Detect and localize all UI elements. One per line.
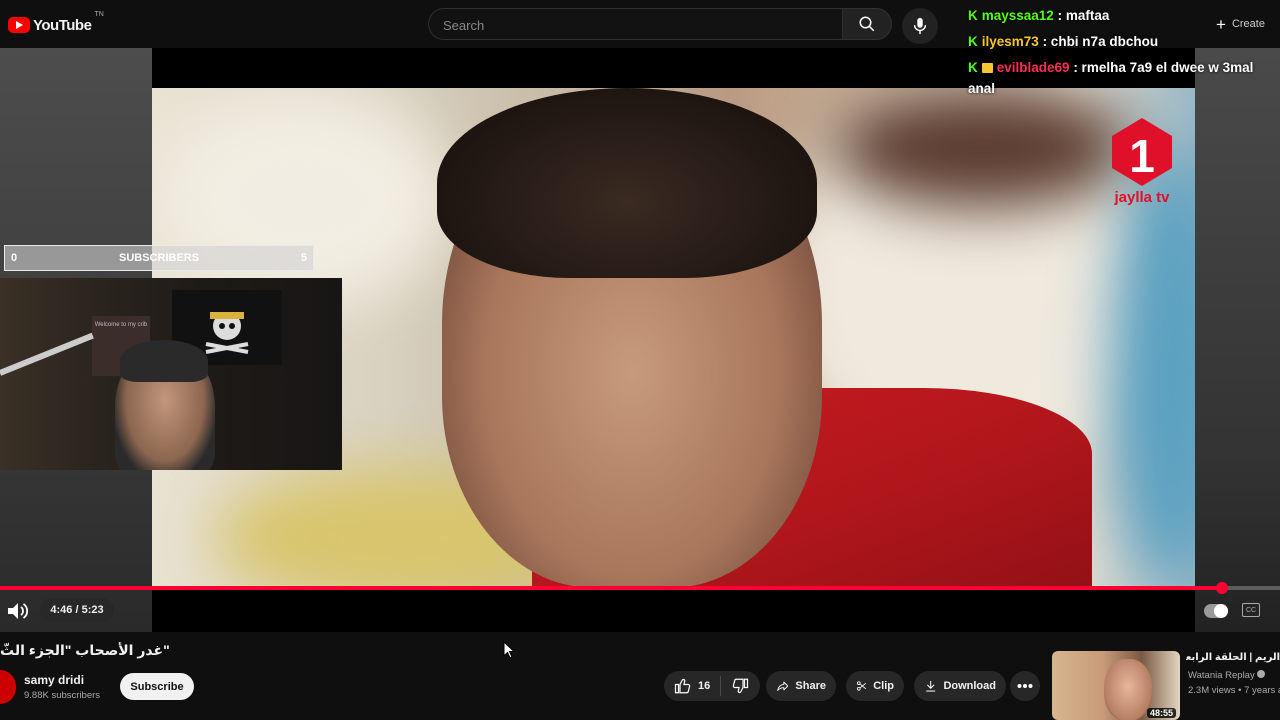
goal-label: SUBSCRIBERS <box>119 252 200 264</box>
logo-text: YouTube <box>33 16 92 34</box>
related-video-thumbnail[interactable]: 48:55 <box>1052 651 1180 720</box>
related-channel-name: Watania Replay <box>1188 670 1255 681</box>
video-blur-right <box>1195 48 1280 632</box>
more-actions-button[interactable] <box>1010 671 1040 701</box>
subscriber-badge-icon <box>981 63 993 73</box>
chat-user: evilblade69 <box>996 60 1070 75</box>
chat-text: : chbi n7a dbchou <box>1042 34 1159 49</box>
goal-target: 5 <box>300 252 307 264</box>
more-horizontal-icon <box>1017 684 1033 688</box>
background-light <box>152 88 452 308</box>
related-video-views: 2.3M views • 7 years a <box>1188 685 1280 696</box>
chat-text: : rmelha 7a9 el dwee w 3mal <box>1073 60 1254 75</box>
download-button[interactable]: Download <box>914 671 1006 701</box>
autoplay-toggle[interactable] <box>1204 604 1228 618</box>
channel-name[interactable]: samy dridi <box>24 673 84 687</box>
thumbs-down-icon[interactable] <box>731 677 749 695</box>
kick-badge-icon: K <box>968 8 978 23</box>
stream-chat-overlay: Kmayssaa12 : maftaa Kilyesm73 : chbi n7a… <box>960 2 1280 102</box>
chat-message: Kmayssaa12 : maftaa <box>968 8 1109 23</box>
search-input[interactable] <box>441 9 825 41</box>
country-code: TN <box>94 11 104 18</box>
thumbs-up-icon[interactable] <box>674 677 692 695</box>
volume-icon[interactable] <box>6 600 30 622</box>
chat-message-continued: anal <box>968 81 996 96</box>
microphone-icon <box>913 17 927 35</box>
divider <box>720 676 722 696</box>
search-button[interactable] <box>842 8 892 40</box>
chat-user: ilyesm73 <box>981 34 1039 49</box>
svg-text:1: 1 <box>1129 130 1155 182</box>
search-box[interactable] <box>428 8 842 41</box>
voice-search-button[interactable] <box>902 8 938 44</box>
search-icon <box>859 16 875 32</box>
youtube-play-icon <box>8 17 30 33</box>
kick-badge-icon: K <box>968 60 978 75</box>
captions-icon[interactable]: CC <box>1242 603 1260 617</box>
subscriber-goal-bar: 0 SUBSCRIBERS 5 <box>4 245 314 271</box>
related-video-channel[interactable]: Watania Replay <box>1188 670 1266 681</box>
background-person <box>832 88 1132 208</box>
streamer-webcam: Welcome to my crib <box>0 278 342 470</box>
progress-fill <box>0 586 1223 590</box>
kick-badge-icon: K <box>968 34 978 49</box>
like-count[interactable]: 16 <box>698 680 710 692</box>
download-icon <box>926 680 936 692</box>
chat-text: : maftaa <box>1057 8 1110 23</box>
channel-watermark: 1 jaylla tv <box>1112 118 1172 206</box>
video-title: "غدر الأصحاب "الجزء الثّ <box>0 642 170 658</box>
goal-start: 0 <box>11 252 18 264</box>
subscribe-button[interactable]: Subscribe <box>120 673 194 700</box>
mouse-cursor-icon <box>503 641 515 659</box>
progress-bar[interactable] <box>0 582 1280 594</box>
channel-avatar[interactable] <box>0 670 16 704</box>
actor-hair <box>437 88 817 278</box>
letterbox-bottom <box>152 588 1195 632</box>
related-video-title[interactable]: الريم | الحلقة الرابعة عشر <box>1186 652 1280 663</box>
like-dislike-group: 16 <box>664 671 760 701</box>
clip-button[interactable]: Clip <box>846 671 904 701</box>
download-label: Download <box>943 680 996 692</box>
watermark-text: jaylla tv <box>1113 189 1170 206</box>
chat-user: mayssaa12 <box>981 8 1054 23</box>
thumbnail-face <box>1104 659 1152 720</box>
scissors-icon <box>856 681 867 691</box>
clip-label: Clip <box>873 680 894 692</box>
youtube-logo[interactable]: YouTube TN <box>8 11 104 35</box>
video-duration: 48:55 <box>1146 708 1176 718</box>
mic-arm <box>0 332 94 376</box>
share-icon <box>777 681 789 691</box>
chat-message: Kilyesm73 : chbi n7a dbchou <box>968 34 1158 49</box>
subscriber-count: 9.88K subscribers <box>24 690 101 701</box>
chat-message: Kevilblade69 : rmelha 7a9 el dwee w 3mal <box>968 60 1253 75</box>
verified-icon <box>1257 670 1266 678</box>
share-label: Share <box>795 680 826 692</box>
beanie <box>120 340 208 382</box>
share-button[interactable]: Share <box>766 671 836 701</box>
time-display: 4:46 / 5:23 <box>40 598 114 622</box>
